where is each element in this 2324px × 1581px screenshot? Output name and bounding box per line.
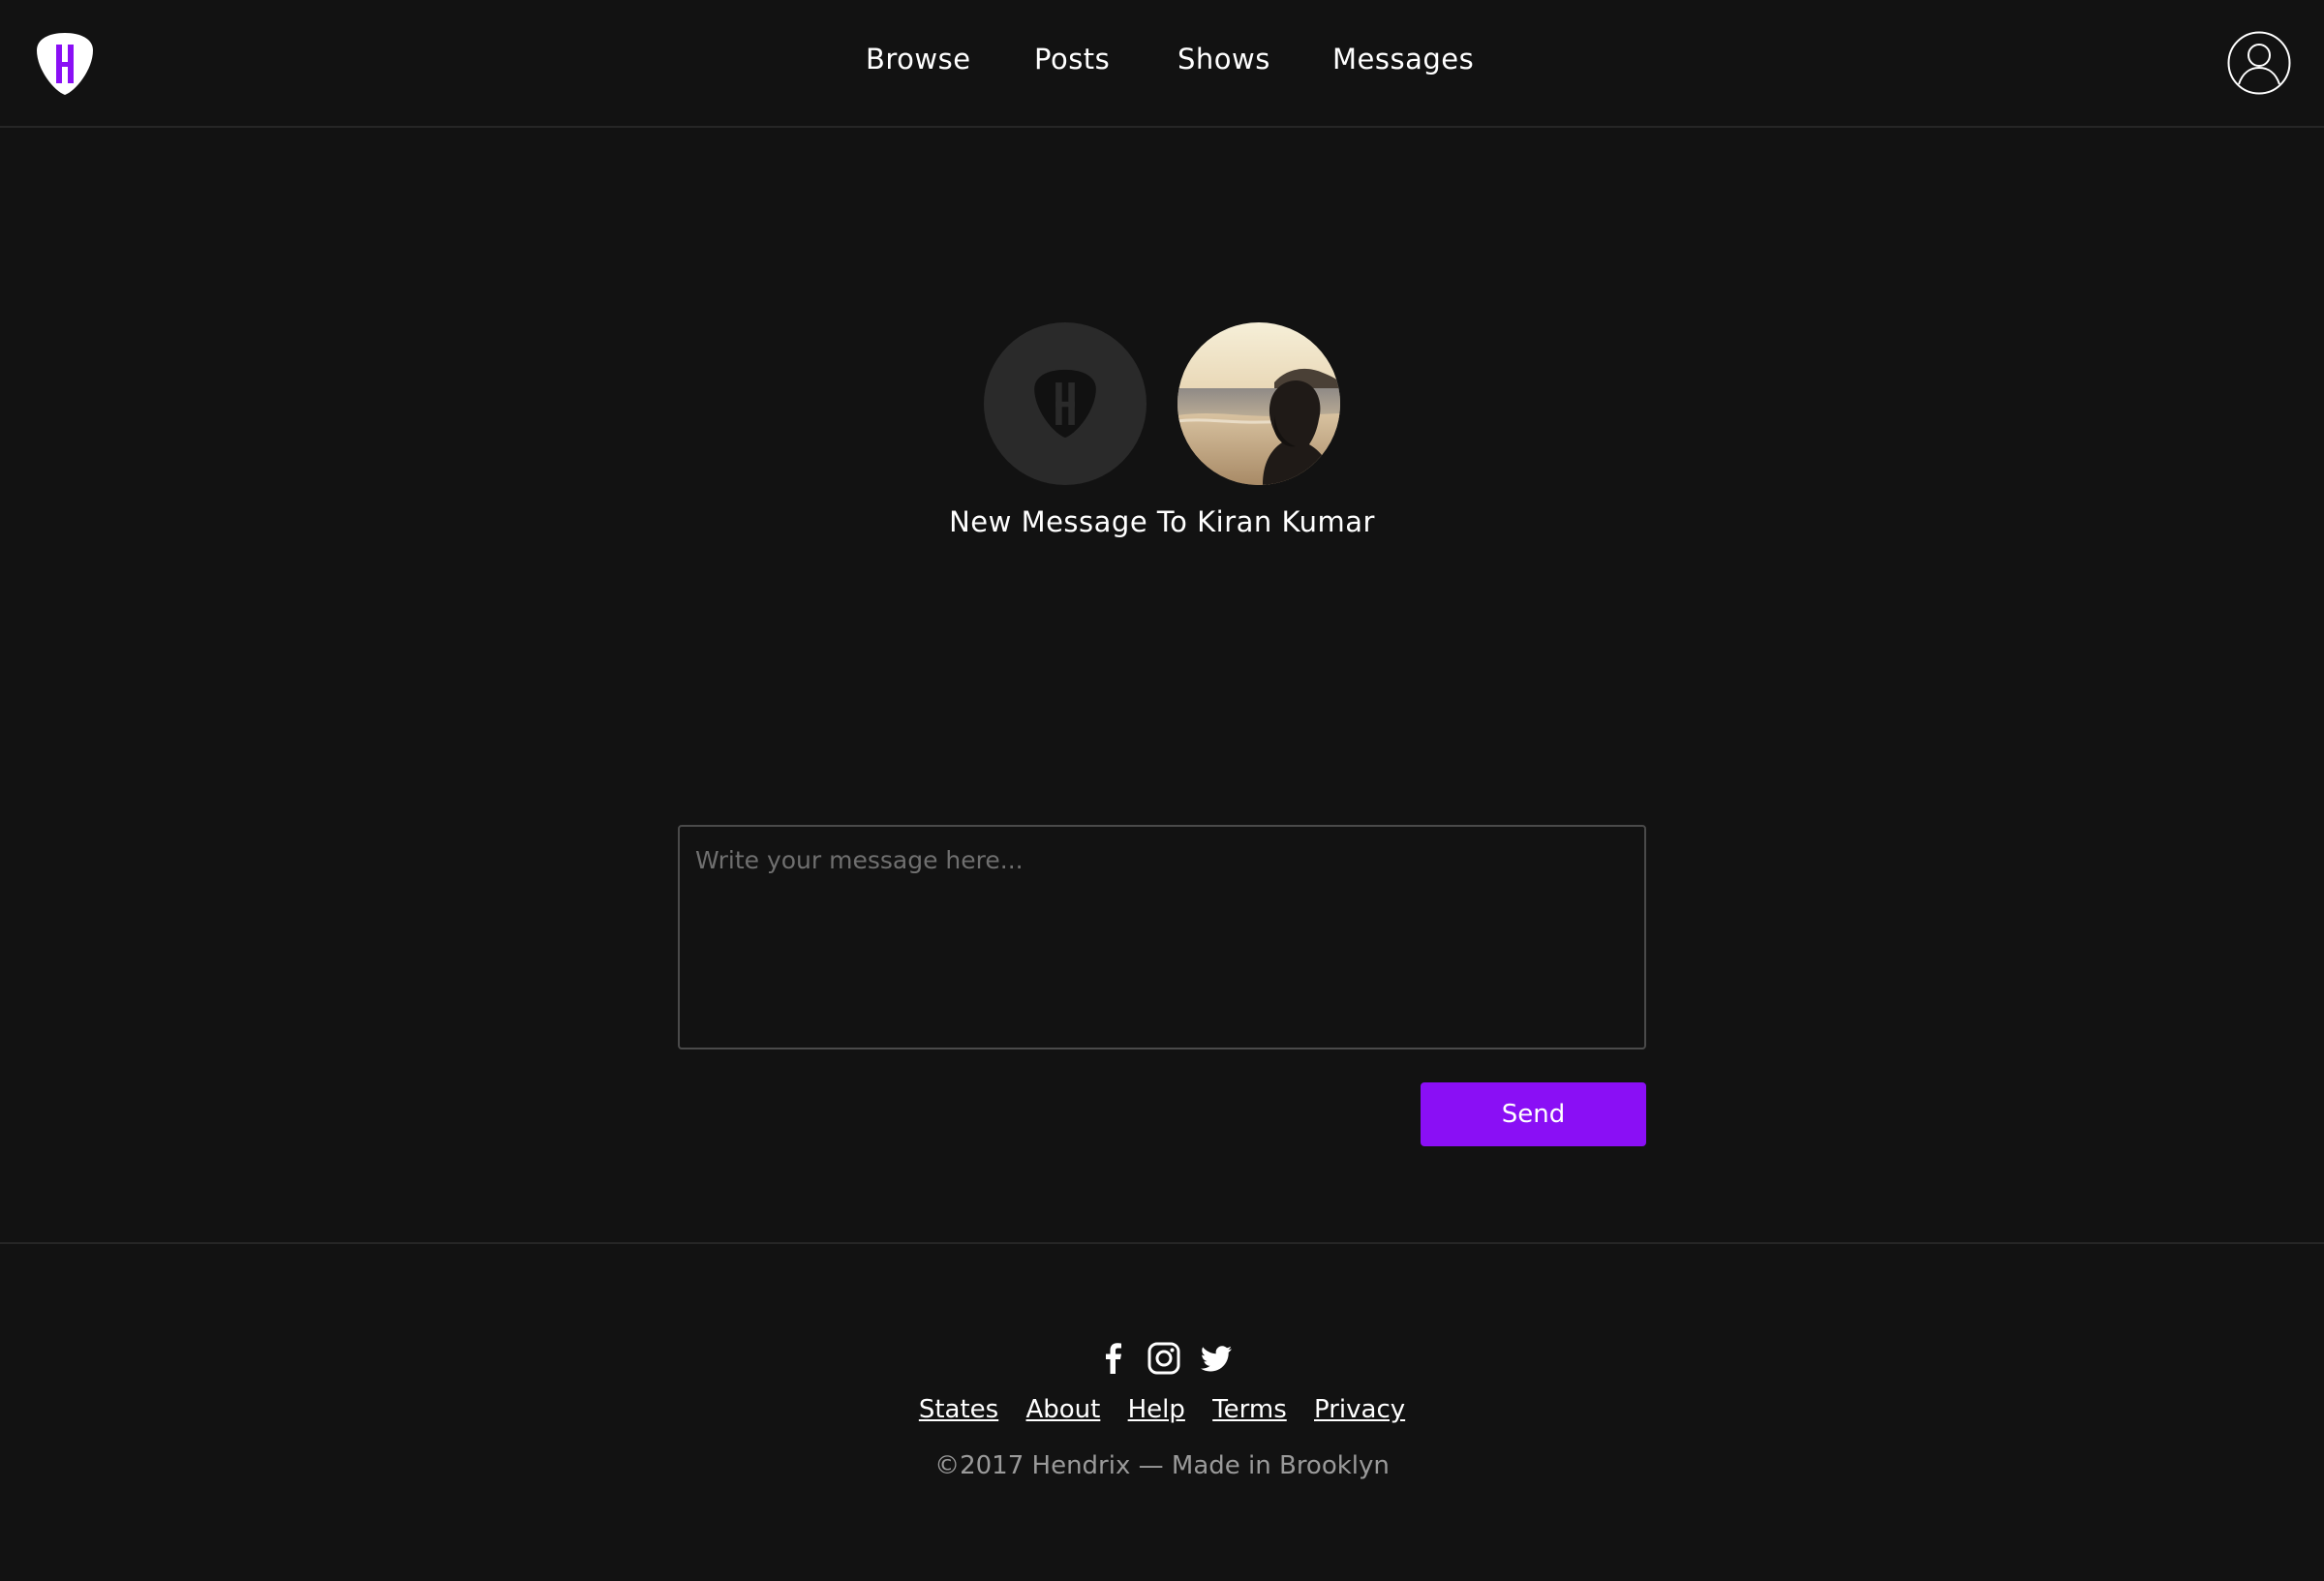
instagram-icon[interactable] (1147, 1341, 1181, 1376)
message-input[interactable] (678, 825, 1646, 1049)
conversation-avatars (984, 322, 1340, 485)
nav-shows[interactable]: Shows (1177, 43, 1270, 76)
site-header: Browse Posts Shows Messages (0, 0, 2324, 128)
page-title: New Message To Kiran Kumar (949, 505, 1375, 538)
brand-pick-icon (1034, 369, 1096, 439)
nav-messages[interactable]: Messages (1332, 43, 1474, 76)
twitter-icon[interactable] (1199, 1341, 1234, 1376)
footer-link-privacy[interactable]: Privacy (1314, 1395, 1405, 1424)
facebook-icon[interactable] (1096, 1341, 1131, 1376)
copyright-text: ©2017 Hendrix — Made in Brooklyn (934, 1451, 1390, 1480)
send-button[interactable]: Send (1421, 1082, 1646, 1146)
social-links (1096, 1341, 1232, 1380)
footer-link-terms[interactable]: Terms (1212, 1395, 1287, 1424)
nav-browse[interactable]: Browse (866, 43, 971, 76)
recipient-avatar (1177, 322, 1340, 485)
sender-avatar (984, 322, 1147, 485)
user-profile-icon[interactable] (2227, 31, 2291, 95)
nav-posts[interactable]: Posts (1034, 43, 1110, 76)
footer-link-states[interactable]: States (919, 1395, 998, 1424)
main-nav: Browse Posts Shows Messages (0, 0, 2324, 126)
footer-link-help[interactable]: Help (1128, 1395, 1185, 1424)
site-footer: States About Help Terms Privacy ©2017 He… (0, 1242, 2324, 1581)
footer-link-about[interactable]: About (1025, 1395, 1100, 1424)
footer-links: States About Help Terms Privacy (0, 1395, 2324, 1424)
